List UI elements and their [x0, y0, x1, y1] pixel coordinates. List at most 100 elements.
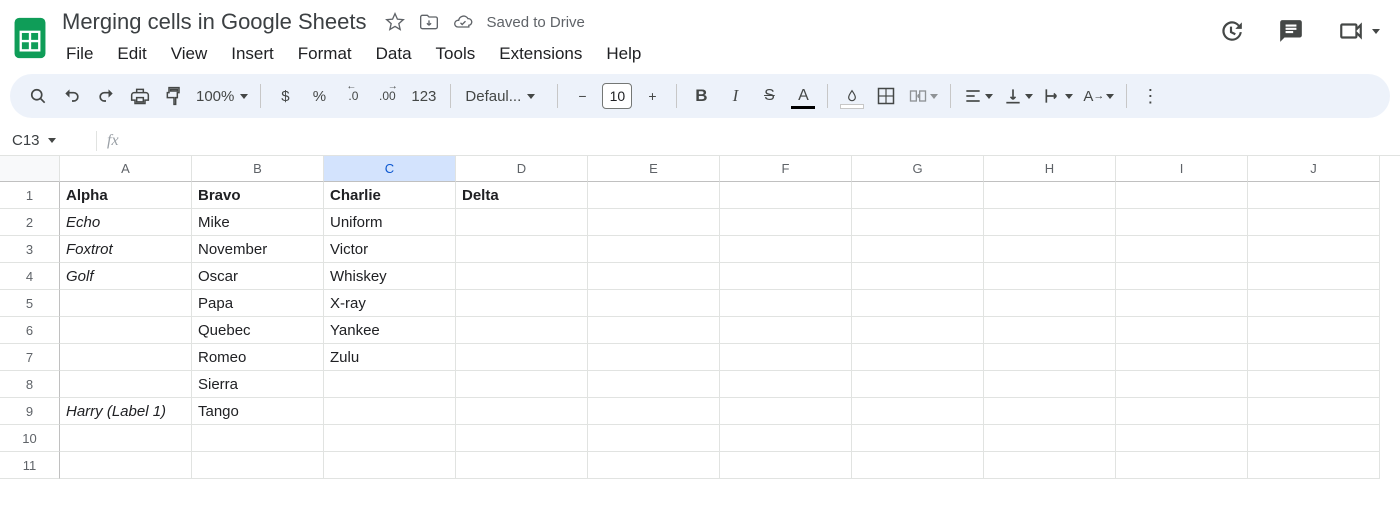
cell-B7[interactable]: Romeo: [192, 344, 324, 371]
cell-I10[interactable]: [1116, 425, 1248, 452]
cell-A6[interactable]: [60, 317, 192, 344]
cell-J6[interactable]: [1248, 317, 1380, 344]
cell-G3[interactable]: [852, 236, 984, 263]
cell-F3[interactable]: [720, 236, 852, 263]
cell-F6[interactable]: [720, 317, 852, 344]
row-header-10[interactable]: 10: [0, 425, 60, 452]
strikethrough-button[interactable]: S: [753, 80, 785, 112]
cell-H5[interactable]: [984, 290, 1116, 317]
cell-G7[interactable]: [852, 344, 984, 371]
paint-format-icon[interactable]: [158, 80, 190, 112]
cell-D1[interactable]: Delta: [456, 182, 588, 209]
meet-button[interactable]: [1334, 14, 1380, 48]
cell-J8[interactable]: [1248, 371, 1380, 398]
cell-F7[interactable]: [720, 344, 852, 371]
cell-I7[interactable]: [1116, 344, 1248, 371]
column-header-J[interactable]: J: [1248, 156, 1380, 182]
decrease-font-button[interactable]: −: [566, 80, 598, 112]
menu-help[interactable]: Help: [596, 40, 651, 68]
move-folder-icon[interactable]: [417, 10, 441, 34]
column-header-F[interactable]: F: [720, 156, 852, 182]
cell-A5[interactable]: [60, 290, 192, 317]
menu-data[interactable]: Data: [366, 40, 422, 68]
vertical-align-button[interactable]: [999, 80, 1037, 112]
cell-H2[interactable]: [984, 209, 1116, 236]
cell-B9[interactable]: Tango: [192, 398, 324, 425]
cell-B10[interactable]: [192, 425, 324, 452]
search-icon[interactable]: [22, 80, 54, 112]
cell-E9[interactable]: [588, 398, 720, 425]
cell-E11[interactable]: [588, 452, 720, 479]
cell-J5[interactable]: [1248, 290, 1380, 317]
merge-cells-button[interactable]: [904, 80, 942, 112]
cell-D4[interactable]: [456, 263, 588, 290]
row-header-7[interactable]: 7: [0, 344, 60, 371]
cell-C7[interactable]: Zulu: [324, 344, 456, 371]
cell-G10[interactable]: [852, 425, 984, 452]
cell-J11[interactable]: [1248, 452, 1380, 479]
row-header-9[interactable]: 9: [0, 398, 60, 425]
cell-E3[interactable]: [588, 236, 720, 263]
history-icon[interactable]: [1214, 14, 1248, 48]
cell-G2[interactable]: [852, 209, 984, 236]
cell-A4[interactable]: Golf: [60, 263, 192, 290]
cell-H9[interactable]: [984, 398, 1116, 425]
cell-F9[interactable]: [720, 398, 852, 425]
column-header-I[interactable]: I: [1116, 156, 1248, 182]
cell-C8[interactable]: [324, 371, 456, 398]
row-header-3[interactable]: 3: [0, 236, 60, 263]
cell-E2[interactable]: [588, 209, 720, 236]
toolbar-more-icon[interactable]: ⋮: [1135, 80, 1167, 112]
cell-D10[interactable]: [456, 425, 588, 452]
cell-C6[interactable]: Yankee: [324, 317, 456, 344]
star-icon[interactable]: [383, 10, 407, 34]
cell-G1[interactable]: [852, 182, 984, 209]
cell-H6[interactable]: [984, 317, 1116, 344]
cell-F5[interactable]: [720, 290, 852, 317]
fill-color-button[interactable]: [836, 80, 868, 112]
cell-A8[interactable]: [60, 371, 192, 398]
text-rotation-button[interactable]: A→: [1079, 80, 1118, 112]
cell-F11[interactable]: [720, 452, 852, 479]
cell-C11[interactable]: [324, 452, 456, 479]
cell-I5[interactable]: [1116, 290, 1248, 317]
italic-button[interactable]: I: [719, 80, 751, 112]
row-header-5[interactable]: 5: [0, 290, 60, 317]
cell-F1[interactable]: [720, 182, 852, 209]
cell-H4[interactable]: [984, 263, 1116, 290]
cell-F10[interactable]: [720, 425, 852, 452]
cell-H11[interactable]: [984, 452, 1116, 479]
cell-E5[interactable]: [588, 290, 720, 317]
menu-tools[interactable]: Tools: [426, 40, 486, 68]
cell-E6[interactable]: [588, 317, 720, 344]
cell-B4[interactable]: Oscar: [192, 263, 324, 290]
horizontal-align-button[interactable]: [959, 80, 997, 112]
cell-G6[interactable]: [852, 317, 984, 344]
cell-D7[interactable]: [456, 344, 588, 371]
cell-J3[interactable]: [1248, 236, 1380, 263]
row-header-8[interactable]: 8: [0, 371, 60, 398]
text-wrap-button[interactable]: [1039, 80, 1077, 112]
cell-C9[interactable]: [324, 398, 456, 425]
cell-I4[interactable]: [1116, 263, 1248, 290]
cell-I6[interactable]: [1116, 317, 1248, 344]
column-header-A[interactable]: A: [60, 156, 192, 182]
cell-I2[interactable]: [1116, 209, 1248, 236]
cell-C1[interactable]: Charlie: [324, 182, 456, 209]
select-all-corner[interactable]: [0, 156, 60, 182]
cell-D3[interactable]: [456, 236, 588, 263]
format-123-button[interactable]: 123: [405, 80, 442, 112]
cell-C2[interactable]: Uniform: [324, 209, 456, 236]
cell-E4[interactable]: [588, 263, 720, 290]
comment-icon[interactable]: [1274, 14, 1308, 48]
cell-E10[interactable]: [588, 425, 720, 452]
cell-C3[interactable]: Victor: [324, 236, 456, 263]
cell-A11[interactable]: [60, 452, 192, 479]
row-header-2[interactable]: 2: [0, 209, 60, 236]
cell-J1[interactable]: [1248, 182, 1380, 209]
cell-D8[interactable]: [456, 371, 588, 398]
row-header-6[interactable]: 6: [0, 317, 60, 344]
currency-button[interactable]: $: [269, 80, 301, 112]
cloud-saved-icon[interactable]: [451, 10, 475, 34]
cell-I1[interactable]: [1116, 182, 1248, 209]
